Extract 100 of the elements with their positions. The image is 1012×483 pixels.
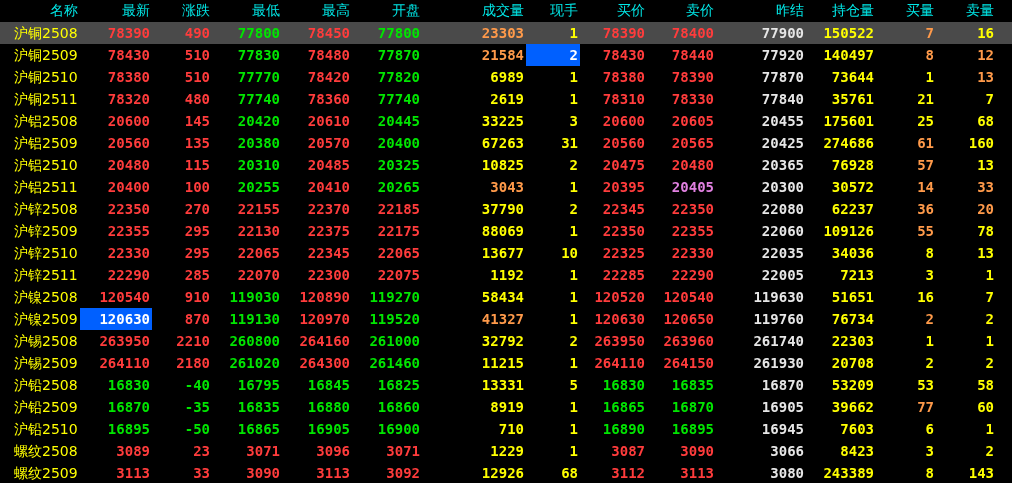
table-row[interactable]: 沪铜2509 78430 510 77830 78480 77870 21584 2 78430 78440 77920 140497 8 12 <box>0 44 1012 66</box>
table-cell: 13 <box>977 70 994 84</box>
table-cell: 77820 <box>377 70 420 84</box>
table-cell: 32792 <box>481 334 524 348</box>
table-row[interactable]: 沪铝2511 20400 100 20255 20410 20265 3043 1 20395 20405 20300 30572 14 33 <box>0 176 1012 198</box>
table-cell: 22325 <box>602 246 645 260</box>
table-cell: 16835 <box>237 400 280 414</box>
table-cell: 145 <box>184 114 210 128</box>
column-header[interactable]: 现手 <box>526 0 580 22</box>
table-cell: 22155 <box>237 202 280 216</box>
table-cell: 57 <box>917 158 934 172</box>
table-cell: 12926 <box>481 466 524 480</box>
column-header[interactable]: 买量 <box>876 0 936 22</box>
table-row[interactable]: 沪铝2510 20480 115 20310 20485 20325 10825 2 20475 20480 20365 76928 57 13 <box>0 154 1012 176</box>
table-cell: 13 <box>977 246 994 260</box>
table-cell: 78430 <box>602 48 645 62</box>
table-cell: 115 <box>184 158 210 172</box>
table-cell: 58434 <box>481 290 524 304</box>
table-cell: 16865 <box>602 400 645 414</box>
column-header[interactable]: 持仓量 <box>806 0 876 22</box>
column-header[interactable]: 卖量 <box>936 0 996 22</box>
table-row[interactable]: 螺纹2508 3089 23 3071 3096 3071 1229 1 3087 3090 3066 8423 3 2 <box>0 440 1012 462</box>
table-row[interactable]: 螺纹2509 3113 33 3090 3113 3092 12926 68 3112 3113 3080 243389 8 143 <box>0 462 1012 483</box>
table-cell: 295 <box>184 246 210 260</box>
table-cell: 36 <box>917 202 934 216</box>
table-cell: 78 <box>977 224 994 238</box>
table-cell: 20395 <box>602 180 645 194</box>
column-header[interactable]: 开盘 <box>352 0 422 22</box>
table-row[interactable]: 沪锌2508 22350 270 22155 22370 22185 37790 2 22345 22350 22080 62237 36 20 <box>0 198 1012 220</box>
table-cell: 119130 <box>229 312 280 326</box>
table-cell: 260800 <box>229 334 280 348</box>
table-cell: 20445 <box>377 114 420 128</box>
table-row[interactable]: 沪锡2508 263950 2210 260800 264160 261000 32792 2 263950 263960 261740 22303 1 1 <box>0 330 1012 352</box>
table-cell: 1 <box>569 400 578 414</box>
contract-name: 沪铜2508 <box>14 26 78 40</box>
table-row[interactable]: 沪镍2508 120540 910 119030 120890 119270 58434 1 120520 120540 119630 51651 16 7 <box>0 286 1012 308</box>
table-cell: 20310 <box>237 158 280 172</box>
table-cell: 264110 <box>99 356 150 370</box>
table-cell: 1 <box>569 70 578 84</box>
table-cell: 22345 <box>602 202 645 216</box>
table-cell: 3096 <box>316 444 350 458</box>
table-cell: 22290 <box>671 268 714 282</box>
table-cell: 1 <box>569 180 578 194</box>
table-row[interactable]: 沪铜2508 78390 490 77800 78450 77800 23303 1 78390 78400 77900 150522 7 16 <box>0 22 1012 44</box>
table-cell: 119030 <box>229 290 280 304</box>
table-cell: 88069 <box>481 224 524 238</box>
table-row[interactable]: 沪锡2509 264110 2180 261020 264300 261460 11215 1 264110 264150 261930 20708 2 2 <box>0 352 1012 374</box>
column-header[interactable]: 名称 <box>0 0 80 22</box>
table-cell: 2 <box>569 158 578 172</box>
table-cell: 20255 <box>237 180 280 194</box>
table-row[interactable]: 沪铅2510 16895 -50 16865 16905 16900 710 1 16890 16895 16945 7603 6 1 <box>0 418 1012 440</box>
table-cell: 16890 <box>602 422 645 436</box>
table-cell: 16 <box>917 290 934 304</box>
table-cell: 3112 <box>611 466 645 480</box>
table-cell: 34036 <box>831 246 874 260</box>
table-cell: 510 <box>184 70 210 84</box>
table-cell: 16870 <box>671 400 714 414</box>
table-row[interactable]: 沪铅2509 16870 -35 16835 16880 16860 8919 1 16865 16870 16905 39662 77 60 <box>0 396 1012 418</box>
table-cell: 261740 <box>753 334 804 348</box>
table-cell: 77840 <box>761 92 804 106</box>
table-cell: 2 <box>985 312 994 326</box>
table-cell: 78400 <box>671 26 714 40</box>
table-cell: 20 <box>977 202 994 216</box>
column-header[interactable]: 卖价 <box>647 0 716 22</box>
table-cell: 16895 <box>107 422 150 436</box>
table-cell: 20405 <box>671 180 714 194</box>
column-header[interactable]: 最高 <box>282 0 352 22</box>
table-row[interactable]: 沪锌2510 22330 295 22065 22345 22065 13677 10 22325 22330 22035 34036 8 13 <box>0 242 1012 264</box>
column-header[interactable]: 成交量 <box>422 0 526 22</box>
table-cell: 67263 <box>481 136 524 150</box>
table-row[interactable]: 沪锌2509 22355 295 22130 22375 22175 88069 1 22350 22355 22060 109126 55 78 <box>0 220 1012 242</box>
table-row[interactable]: 沪铜2510 78380 510 77770 78420 77820 6989 1 78380 78390 77870 73644 1 13 <box>0 66 1012 88</box>
table-row[interactable]: 沪锌2511 22290 285 22070 22300 22075 1192 1 22285 22290 22005 7213 3 1 <box>0 264 1012 286</box>
column-header[interactable]: 昨结 <box>716 0 806 22</box>
table-row[interactable]: 沪铅2508 16830 -40 16795 16845 16825 13331 5 16830 16835 16870 53209 53 58 <box>0 374 1012 396</box>
table-cell: 11215 <box>481 356 524 370</box>
table-cell: 120540 <box>663 290 714 304</box>
table-cell: 8919 <box>490 400 524 414</box>
table-cell: 77830 <box>237 48 280 62</box>
column-header[interactable]: 最低 <box>212 0 282 22</box>
column-header[interactable]: 涨跌 <box>152 0 212 22</box>
table-row[interactable]: 沪镍2509 120630 870 119130 120970 119520 41327 1 120630 120650 119760 76734 2 2 <box>0 308 1012 330</box>
table-cell: 78440 <box>671 48 714 62</box>
table-row[interactable]: 沪铜2511 78320 480 77740 78360 77740 2619 1 78310 78330 77840 35761 21 7 <box>0 88 1012 110</box>
table-cell: 20300 <box>761 180 804 194</box>
table-cell: 22070 <box>237 268 280 282</box>
table-cell: 1 <box>569 356 578 370</box>
column-header[interactable]: 买价 <box>580 0 647 22</box>
table-cell: 78320 <box>107 92 150 106</box>
table-row[interactable]: 沪铝2509 20560 135 20380 20570 20400 67263 31 20560 20565 20425 274686 61 160 <box>0 132 1012 154</box>
column-header[interactable]: 最新 <box>80 0 152 22</box>
table-cell: 16830 <box>602 378 645 392</box>
table-cell: 16945 <box>761 422 804 436</box>
table-cell: 16825 <box>377 378 420 392</box>
table-cell: 13331 <box>481 378 524 392</box>
table-cell: 77 <box>917 400 934 414</box>
table-cell: 39662 <box>831 400 874 414</box>
table-cell: 55 <box>917 224 934 238</box>
table-row[interactable]: 沪铝2508 20600 145 20420 20610 20445 33225 3 20600 20605 20455 175601 25 68 <box>0 110 1012 132</box>
table-cell: 20380 <box>237 136 280 150</box>
